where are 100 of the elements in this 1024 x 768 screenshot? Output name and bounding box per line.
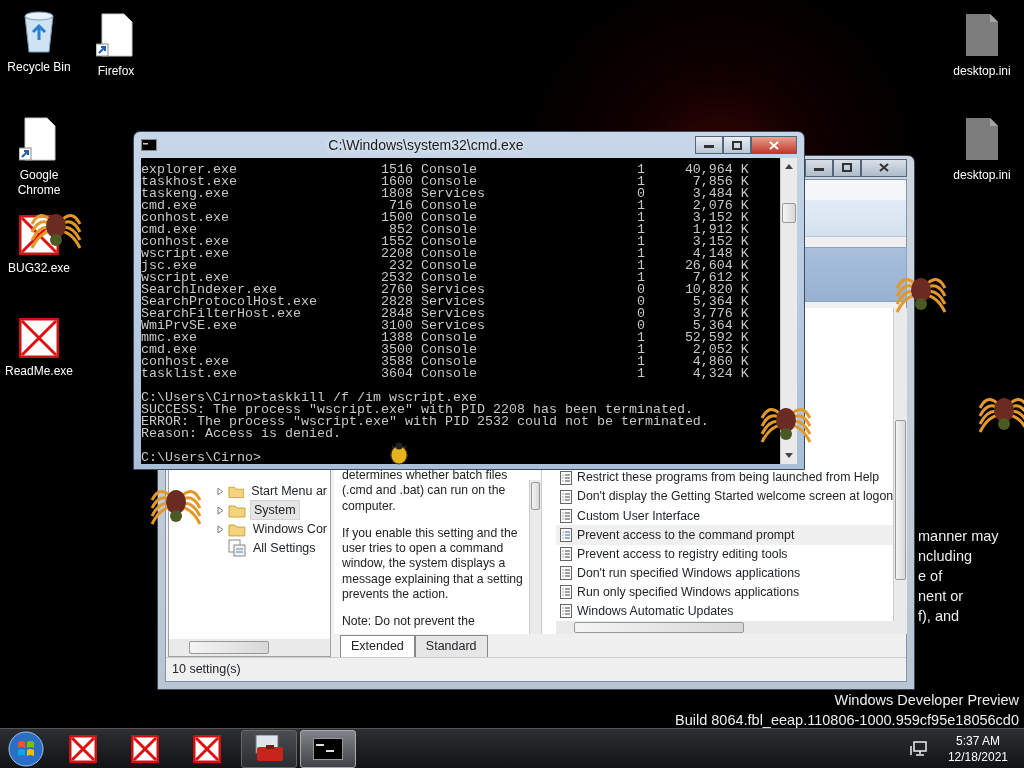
console-line: cmd.exe 716 Console 1 2,076 K [141, 200, 749, 212]
setting-icon [560, 585, 572, 600]
file-icon[interactable] [964, 12, 1000, 58]
console-line: wscript.exe 2208 Console 1 4,148 K [141, 248, 749, 260]
console-line: jsc.exe 232 Console 1 26,604 K [141, 260, 749, 272]
setting-icon [560, 547, 572, 562]
scrollbar-thumb[interactable] [782, 203, 796, 223]
console-line: C:\Users\Cirno>taskkill /f /im wscript.exe [141, 392, 477, 404]
background-text: manner may [918, 527, 999, 546]
tree-item[interactable]: All Settings [250, 538, 319, 558]
minimize-icon [704, 142, 714, 148]
setting-item[interactable]: Don't run specified Windows applications [556, 563, 894, 583]
setting-item[interactable]: Custom User Interface [556, 506, 894, 526]
scrollbar[interactable] [556, 621, 908, 634]
desktop-icon-label[interactable]: desktop.ini [947, 64, 1017, 79]
description-text: If you enable this setting and the user tries to open a command window, the system displays a message explaining that a setting prevents the action. [342, 525, 523, 603]
setting-icon [560, 604, 572, 619]
tree-item[interactable]: Windows Cor [249, 519, 330, 539]
clock-time[interactable]: 5:37 AM [955, 732, 1000, 749]
access-denied-icon[interactable] [131, 734, 159, 763]
scrollbar[interactable] [893, 308, 908, 621]
console-line: WmiPrvSE.exe 3100 Services 0 5,364 K [141, 320, 749, 332]
setting-icon [560, 527, 572, 542]
clock-date[interactable]: 12/18/2021 [947, 748, 1008, 765]
desktop-icon-label[interactable]: ReadMe.exe [4, 364, 74, 379]
desktop-icon-label[interactable]: Google Chrome [4, 168, 74, 198]
folder-icon [227, 521, 246, 537]
minimize-button[interactable] [695, 136, 723, 154]
console-line: C:\Users\Cirno> [141, 452, 261, 464]
desktop-icon-label[interactable]: Recycle Bin [4, 60, 74, 75]
console-line: conhost.exe 3588 Console 1 4,860 K [141, 356, 749, 368]
setting-item[interactable]: Prevent access to registry editing tools [556, 544, 894, 564]
start-button[interactable] [8, 730, 44, 767]
close-icon [769, 140, 779, 150]
background-text: nent or [918, 587, 964, 606]
window-title: C:\Windows\system32\cmd.exe [327, 135, 525, 155]
access-denied-icon[interactable] [69, 734, 97, 763]
scrollbar-thumb[interactable] [189, 641, 269, 654]
setting-item[interactable]: Restrict these programs from being launched from Help [556, 468, 894, 488]
close-icon [879, 163, 889, 172]
access-denied-icon[interactable] [193, 734, 221, 763]
shortcut-file-icon[interactable] [96, 12, 136, 58]
scrollbar[interactable] [780, 158, 797, 464]
maximize-button[interactable] [723, 136, 751, 154]
scrollbar-thumb[interactable] [531, 482, 540, 510]
console-line: wscript.exe 2532 Console 1 7,612 K [141, 272, 749, 284]
background-text: f), and [918, 607, 960, 626]
tree-item[interactable]: Start Menu ar [248, 481, 330, 501]
scrollbar[interactable] [529, 480, 541, 634]
setting-icon [560, 566, 572, 581]
close-button[interactable] [751, 136, 797, 154]
settings-list-icon [228, 539, 246, 557]
minimize-button[interactable] [805, 158, 833, 177]
console-line: conhost.exe 1552 Console 1 3,152 K [141, 236, 749, 248]
description-text: determines whether batch files (.cmd and .bat) can run on the computer. [342, 468, 509, 514]
console-line: explorer.exe 1516 Console 1 40,964 K [141, 164, 749, 176]
console-line: SearchIndexer.exe 2760 Services 0 10,820 K [141, 284, 749, 296]
console-line: tasklist.exe 3604 Console 1 4,324 K [141, 368, 749, 380]
maximize-button[interactable] [833, 158, 861, 177]
toolbox-icon [254, 734, 284, 763]
desktop-icon-label[interactable]: Firefox [81, 64, 151, 79]
scrollbar-thumb[interactable] [574, 622, 744, 633]
console-line: SearchFilterHost.exe 2848 Services 0 3,776 K [141, 308, 749, 320]
build-info-text: Build 8064.fbl_eeap.110806-1000.959cf95e18056cd0 [675, 711, 1019, 730]
setting-icon [560, 489, 572, 504]
console-line: cmd.exe 3500 Console 1 2,052 K [141, 344, 749, 356]
setting-item[interactable]: Don't display the Getting Started welcome screen at logon [556, 487, 894, 507]
console-app-icon [141, 139, 157, 151]
console-line: SearchProtocolHost.exe 2828 Services 0 5,364 K [141, 296, 749, 308]
console-line: taskeng.exe 1808 Services 0 3,484 K [141, 188, 749, 200]
build-info-text: Windows Developer Preview [834, 691, 1019, 710]
setting-icon [560, 508, 572, 523]
folder-icon [228, 502, 246, 518]
setting-item[interactable]: Prevent access to the command prompt [556, 525, 894, 545]
tab[interactable]: Standard [414, 635, 488, 657]
setting-item[interactable]: Windows Automatic Updates [556, 601, 894, 621]
file-icon[interactable] [964, 116, 1000, 162]
setting-item[interactable]: Run only specified Windows applications [556, 582, 894, 602]
down-arrow-icon[interactable] [785, 453, 793, 458]
setting-icon [560, 470, 572, 485]
tree-item[interactable]: System [250, 499, 300, 521]
shortcut-file-icon[interactable] [19, 116, 59, 162]
console-icon [313, 737, 343, 760]
close-button[interactable] [861, 158, 907, 177]
taskbar-button[interactable] [241, 729, 297, 768]
scrollbar[interactable] [169, 639, 330, 656]
status-text: 10 setting(s) [166, 657, 906, 681]
console-line: Reason: Access is denied. [141, 428, 341, 440]
console-line: cmd.exe 852 Console 1 1,912 K [141, 224, 749, 236]
desktop-icon-label[interactable]: desktop.ini [947, 168, 1017, 183]
taskbar-button[interactable] [300, 729, 356, 768]
tab[interactable]: Extended [340, 635, 415, 657]
up-arrow-icon[interactable] [785, 164, 793, 169]
maximize-icon [732, 140, 742, 150]
background-text: ncluding [918, 547, 972, 566]
scrollbar-thumb[interactable] [895, 420, 907, 580]
description-text: Note: Do not prevent the [342, 614, 476, 630]
desktop-icon-label[interactable]: BUG32.exe [4, 261, 74, 276]
background-text: e of [918, 567, 943, 586]
network-icon[interactable] [909, 740, 928, 757]
